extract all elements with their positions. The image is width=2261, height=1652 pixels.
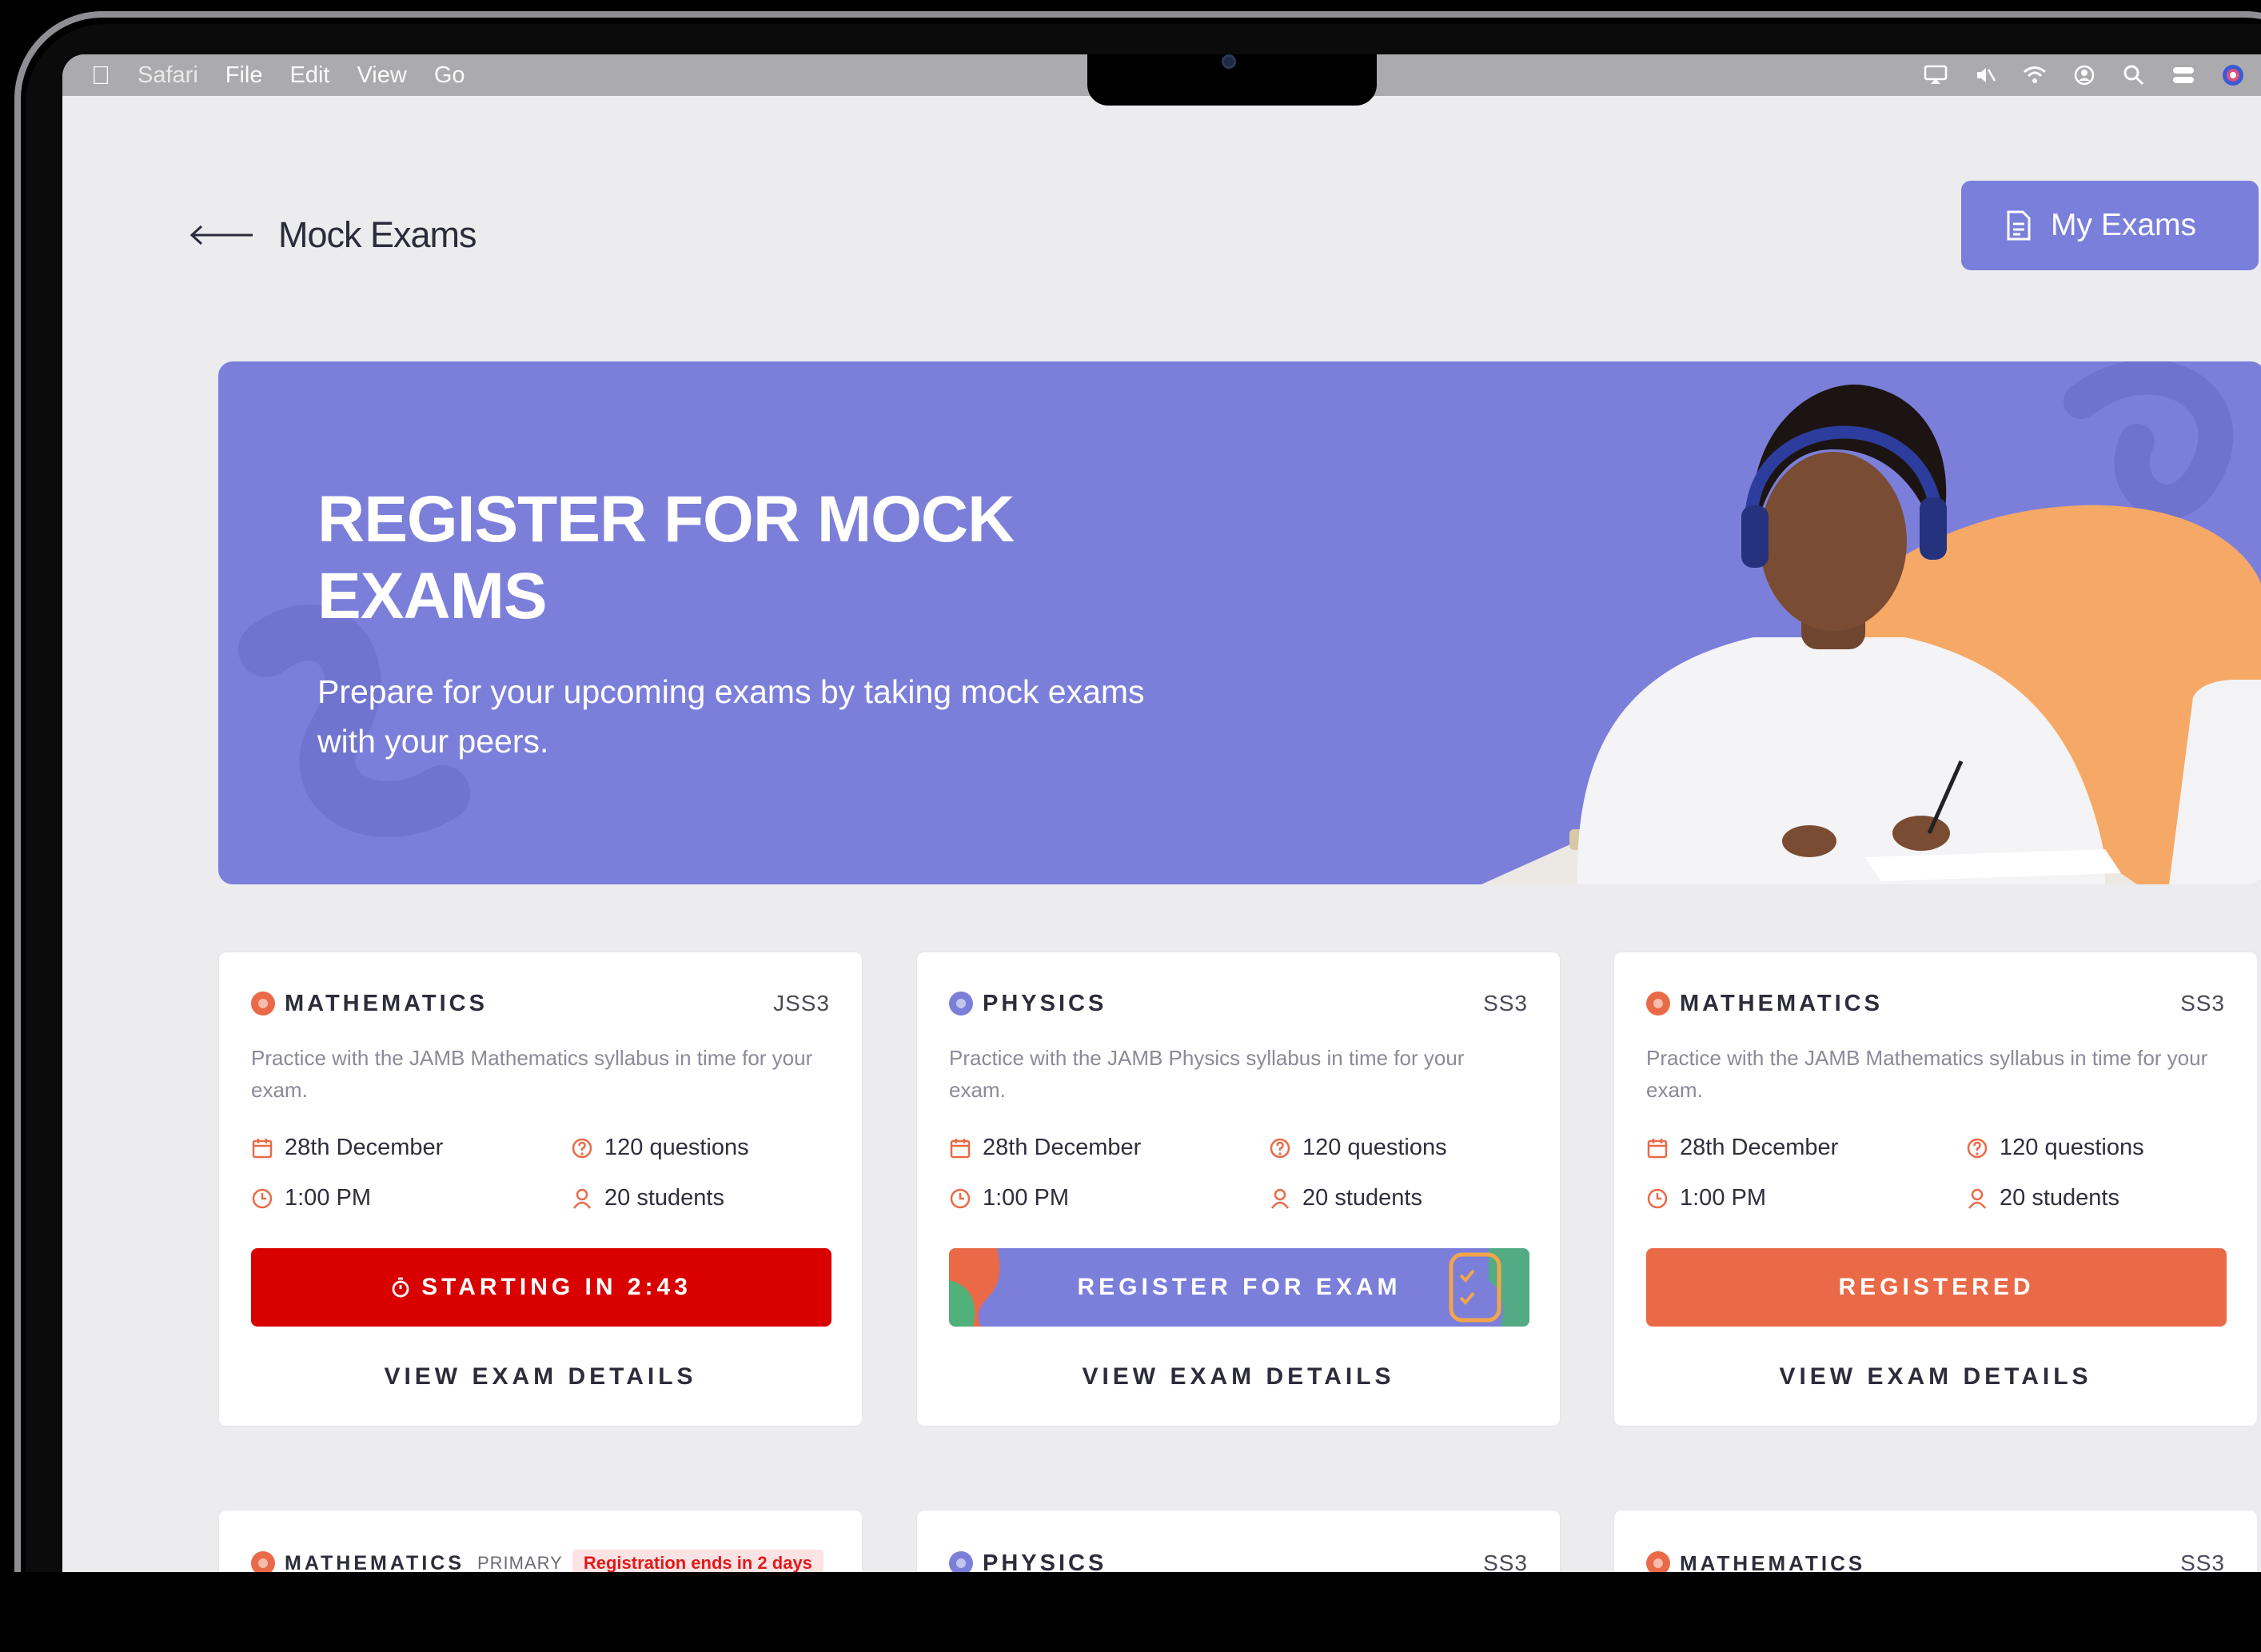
- menu-file[interactable]: File: [225, 62, 263, 89]
- exam-card: PHYSICS SS3: [916, 1510, 1561, 1572]
- breadcrumb: Mock Exams: [190, 214, 477, 256]
- math-subject-icon: [251, 1551, 275, 1572]
- exam-time: 1:00 PM: [285, 1185, 371, 1211]
- question-count: 120 questions: [2000, 1135, 2144, 1160]
- starting-countdown-button[interactable]: STARTING IN 2:43: [251, 1248, 831, 1327]
- exam-date: 28th December: [1680, 1135, 1839, 1160]
- question-icon: [1967, 1138, 1988, 1158]
- exam-description: Practice with the JAMB Mathematics sylla…: [1646, 1046, 2208, 1102]
- airplay-icon[interactable]: [1922, 64, 1949, 86]
- exam-card: MATHEMATICS SS3 Practice with the JAMB M…: [1613, 952, 2258, 1427]
- my-exams-button[interactable]: My Exams: [1961, 181, 2259, 270]
- view-exam-details-link[interactable]: VIEW EXAM DETAILS: [917, 1363, 1560, 1391]
- laptop-bottom-bezel: [0, 1572, 2261, 1652]
- stopwatch-icon: [392, 1277, 409, 1298]
- search-icon[interactable]: [2120, 64, 2147, 86]
- subject-label: MATHEMATICS: [285, 1551, 465, 1573]
- hero-subtitle: Prepare for your upcoming exams by takin…: [317, 673, 1145, 760]
- exam-date: 28th December: [285, 1135, 444, 1160]
- back-arrow-icon[interactable]: [190, 223, 254, 247]
- user-icon: [1968, 1188, 1987, 1209]
- exam-time: 1:00 PM: [983, 1185, 1069, 1211]
- level-label: SS3: [1483, 991, 1528, 1016]
- menu-safari[interactable]: Safari: [138, 62, 198, 89]
- exam-card: MATHEMATICS PRIMARY Registration ends in…: [218, 1510, 863, 1572]
- exam-card: MATHEMATICS SS3: [1613, 1510, 2258, 1572]
- control-center-icon[interactable]: [2170, 64, 2197, 86]
- calendar-icon: [252, 1138, 273, 1158]
- physics-subject-icon: [949, 1551, 973, 1572]
- hero-banner: REGISTER FOR MOCK EXAMS Prepare for your…: [218, 361, 2261, 884]
- page-title: Mock Exams: [278, 214, 477, 255]
- menu-edit[interactable]: Edit: [290, 62, 330, 89]
- clock-icon: [252, 1188, 273, 1208]
- exam-time: 1:00 PM: [1680, 1185, 1766, 1211]
- question-icon: [572, 1138, 592, 1158]
- level-label: PRIMARY: [477, 1553, 563, 1572]
- math-subject-icon: [251, 992, 275, 1016]
- question-count: 120 questions: [604, 1135, 749, 1160]
- math-subject-icon: [1646, 992, 1670, 1016]
- subject-label: MATHEMATICS: [1680, 990, 1883, 1016]
- subject-label: MATHEMATICS: [1680, 1550, 1866, 1573]
- registered-label: REGISTERED: [1838, 1274, 2035, 1300]
- clock-icon: [950, 1188, 971, 1208]
- level-label: SS3: [1483, 1550, 1528, 1572]
- exam-card: PHYSICS SS3 Practice with the JAMB Physi…: [916, 952, 1561, 1427]
- siri-icon[interactable]: [2219, 64, 2247, 86]
- hero-title: REGISTER FOR MOCK EXAMS: [317, 483, 1015, 632]
- student-count: 20 students: [2000, 1185, 2119, 1211]
- screen:  Safari File Edit View Go: [62, 54, 2261, 1572]
- register-label: REGISTER FOR EXAM: [1077, 1274, 1402, 1300]
- subject-label: PHYSICS: [983, 990, 1107, 1016]
- mute-icon[interactable]: [1972, 64, 1999, 86]
- math-subject-icon: [1646, 1551, 1670, 1572]
- user-icon[interactable]: [2071, 64, 2098, 86]
- exam-description: Practice with the JAMB Mathematics sylla…: [251, 1046, 813, 1102]
- student-count: 20 students: [1302, 1185, 1422, 1211]
- subject-label: PHYSICS: [983, 1550, 1107, 1573]
- calendar-icon: [950, 1138, 971, 1158]
- user-icon: [1270, 1188, 1290, 1209]
- wifi-icon[interactable]: [2021, 64, 2048, 86]
- subject-label: MATHEMATICS: [285, 990, 488, 1016]
- register-for-exam-button[interactable]: REGISTER FOR EXAM: [949, 1248, 1529, 1327]
- view-exam-details-link[interactable]: VIEW EXAM DETAILS: [1614, 1363, 2257, 1391]
- camera-icon: [1222, 54, 1236, 69]
- user-icon: [572, 1188, 592, 1209]
- menu-go[interactable]: Go: [434, 62, 465, 89]
- student-count: 20 students: [604, 1185, 724, 1211]
- level-label: SS3: [2180, 991, 2225, 1016]
- my-exams-label: My Exams: [2051, 208, 2197, 242]
- exam-card: MATHEMATICS JSS3 Practice with the JAMB …: [218, 952, 863, 1427]
- clock-icon: [1647, 1188, 1668, 1208]
- level-label: SS3: [2180, 1550, 2225, 1572]
- apple-menu-icon[interactable]: : [91, 61, 110, 90]
- countdown-label: STARTING IN 2:43: [421, 1274, 692, 1300]
- registration-deadline-badge: Registration ends in 2 days: [572, 1550, 823, 1572]
- physics-subject-icon: [949, 992, 973, 1016]
- calendar-icon: [1647, 1138, 1668, 1158]
- exam-date: 28th December: [983, 1135, 1142, 1160]
- view-exam-details-link[interactable]: VIEW EXAM DETAILS: [219, 1363, 862, 1391]
- question-count: 120 questions: [1302, 1135, 1447, 1160]
- exam-description: Practice with the JAMB Physics syllabus …: [949, 1046, 1465, 1102]
- level-label: JSS3: [773, 991, 830, 1016]
- question-icon: [1270, 1138, 1290, 1158]
- menu-view[interactable]: View: [357, 62, 406, 89]
- document-icon: [2007, 210, 2031, 241]
- registered-button[interactable]: REGISTERED: [1646, 1248, 2227, 1327]
